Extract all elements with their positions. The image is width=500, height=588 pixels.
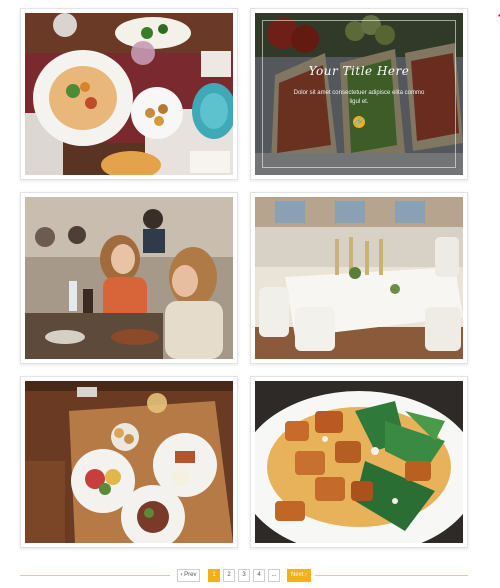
page-1-button[interactable]: 1 [208,569,220,582]
hover-overlay: Your Title Here Dolor sit amet consectet… [255,13,463,175]
page-2-button[interactable]: 2 [223,569,235,582]
next-button[interactable]: Next › [287,569,311,582]
pagination-divider-right [315,575,468,576]
restaurant-table-food-photo [25,13,233,175]
gallery-item-3[interactable] [20,192,238,364]
page-4-button[interactable]: 4 [253,569,265,582]
gallery-item-6[interactable] [250,376,468,548]
prev-button[interactable]: ‹ Prev [177,569,200,582]
gallery-item-5[interactable] [20,376,238,548]
link-icon[interactable]: 🔗 [353,116,365,128]
gallery-item-1[interactable] [20,8,238,180]
page-3-button[interactable]: 3 [238,569,250,582]
overlay-title: Your Title Here [308,64,410,78]
chicken-salad-photo [255,381,463,543]
sandwich-photo: Your Title Here Dolor sit amet consectet… [255,13,463,175]
wooden-table-dishes-photo [25,381,233,543]
pagination-divider-left [20,575,170,576]
ellipsis-button: ... [268,569,280,582]
friends-dining-photo [25,197,233,359]
overlay-description: Dolor sit amet consectetuer adipisce eli… [293,90,425,105]
gallery-item-4[interactable] [250,192,468,364]
banquet-hall-photo [255,197,463,359]
corner-decoration [478,0,500,22]
gallery-item-2[interactable]: Your Title Here Dolor sit amet consectet… [250,8,468,180]
